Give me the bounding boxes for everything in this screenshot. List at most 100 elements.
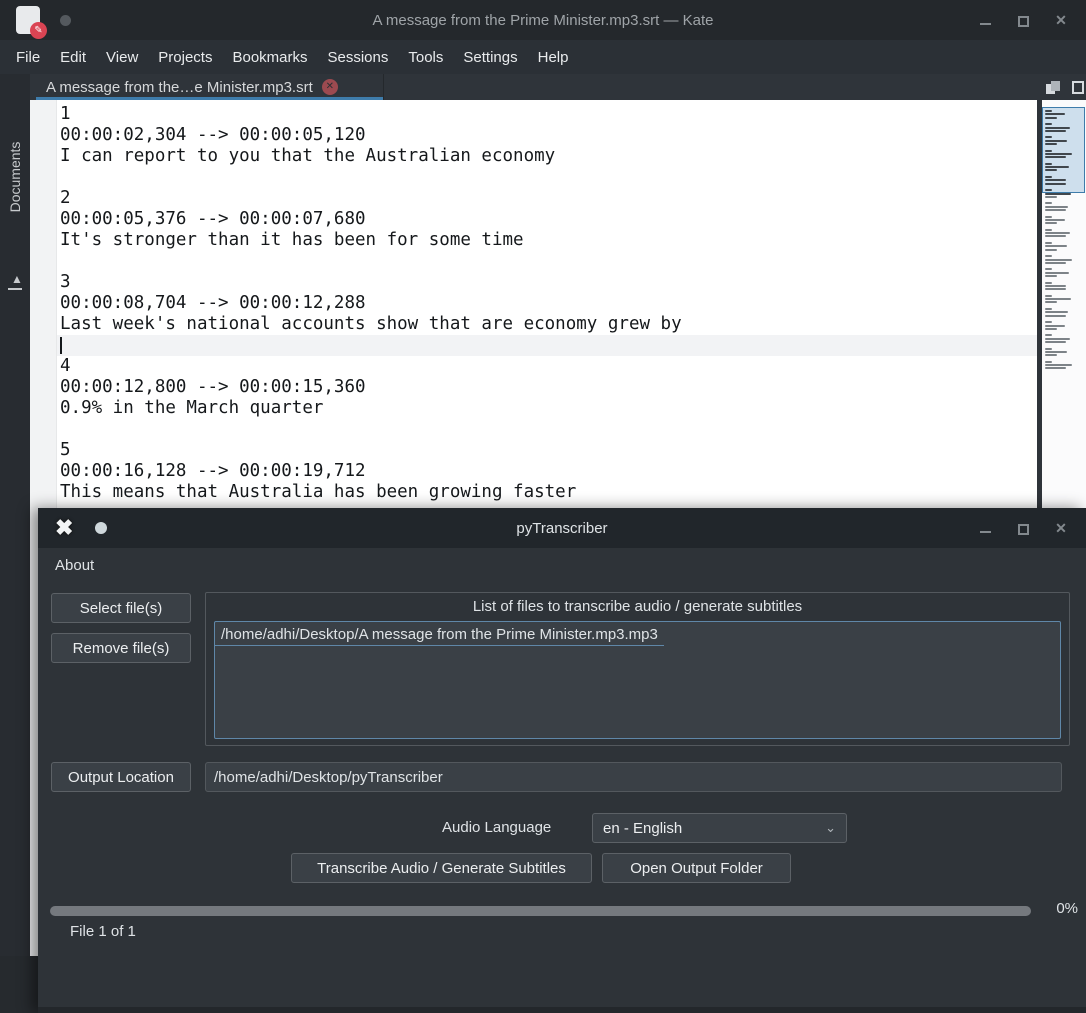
file-progress-status: File 1 of 1 bbox=[70, 923, 136, 940]
editor-line: 00:00:05,376 --> 00:00:07,680 bbox=[60, 209, 366, 229]
editor-line: Last week's national accounts show that … bbox=[60, 314, 682, 334]
modified-indicator-dot bbox=[60, 14, 71, 26]
minimap-line bbox=[1045, 179, 1066, 182]
editor-line: 00:00:12,800 --> 00:00:15,360 bbox=[60, 377, 366, 397]
minimap-line bbox=[1045, 308, 1052, 310]
editor-line: 1 bbox=[60, 104, 71, 124]
close-button[interactable]: ✕ bbox=[1054, 13, 1068, 27]
minimap-line bbox=[1045, 261, 1066, 264]
minimap-line bbox=[1045, 284, 1066, 287]
maximize-button[interactable] bbox=[1016, 13, 1030, 27]
minimap-line bbox=[1045, 258, 1072, 261]
minimap-line bbox=[1045, 327, 1057, 330]
minimap-line bbox=[1045, 248, 1057, 251]
minimap-line bbox=[1045, 215, 1052, 218]
minimap-line bbox=[1045, 195, 1057, 198]
editor-line: 2 bbox=[60, 188, 71, 208]
editor-line: 00:00:16,128 --> 00:00:19,712 bbox=[60, 461, 366, 481]
menu-item-about[interactable]: About bbox=[43, 551, 106, 580]
menu-item-view[interactable]: View bbox=[96, 43, 148, 72]
menu-item-settings[interactable]: Settings bbox=[453, 43, 527, 72]
minimap-line bbox=[1045, 337, 1070, 340]
minimap-line bbox=[1045, 205, 1068, 208]
menu-item-edit[interactable]: Edit bbox=[50, 43, 96, 72]
file-list-item[interactable]: /home/adhi/Desktop/A message from the Pr… bbox=[215, 622, 664, 646]
menu-item-tools[interactable]: Tools bbox=[398, 43, 453, 72]
transcribe-button[interactable]: Transcribe Audio / Generate Subtitles bbox=[291, 853, 592, 883]
kate-left-dock: Documents ▲ bbox=[0, 74, 30, 956]
editor-line: 3 bbox=[60, 272, 71, 292]
progress-bar bbox=[50, 906, 1031, 916]
minimap-line bbox=[1045, 321, 1052, 324]
open-output-folder-button[interactable]: Open Output Folder bbox=[602, 853, 791, 883]
audio-language-select[interactable]: en - English ⌄ bbox=[592, 813, 847, 843]
menu-item-projects[interactable]: Projects bbox=[148, 43, 222, 72]
document-tab[interactable]: A message from the…e Minister.mp3.srt ✕ bbox=[36, 74, 384, 100]
split-view-icon[interactable] bbox=[1072, 80, 1084, 94]
output-path-field[interactable]: /home/adhi/Desktop/pyTranscriber bbox=[205, 762, 1062, 792]
minimap-line bbox=[1045, 123, 1052, 126]
minimap-line bbox=[1045, 143, 1057, 145]
document-tab-label: A message from the…e Minister.mp3.srt bbox=[46, 78, 313, 96]
minimize-button[interactable] bbox=[978, 521, 992, 535]
minimap-line bbox=[1045, 182, 1066, 185]
audio-language-value: en - English bbox=[603, 819, 683, 837]
minimap-line bbox=[1045, 176, 1052, 178]
text-cursor bbox=[60, 336, 62, 354]
kate-window-title: A message from the Prime Minister.mp3.sr… bbox=[372, 11, 714, 29]
maximize-button[interactable] bbox=[1016, 521, 1030, 535]
minimap-line bbox=[1045, 298, 1071, 301]
window-indicator-dot bbox=[95, 522, 108, 534]
pytranscriber-window: ✖ pyTranscriber ✕ About Select file(s) R… bbox=[38, 508, 1086, 1013]
editor-line: 00:00:08,704 --> 00:00:12,288 bbox=[60, 293, 366, 313]
minimap-line bbox=[1045, 113, 1065, 116]
pencil-icon: ✎ bbox=[30, 22, 47, 39]
minimap-line bbox=[1045, 314, 1066, 317]
editor-line: 00:00:02,304 --> 00:00:05,120 bbox=[60, 125, 366, 145]
tab-close-icon[interactable]: ✕ bbox=[321, 79, 338, 95]
sidebar-tab-documents[interactable]: Documents ▲ bbox=[7, 102, 23, 290]
close-button[interactable]: ✕ bbox=[1054, 521, 1068, 535]
editor-line: 4 bbox=[60, 356, 71, 376]
file-list[interactable]: /home/adhi/Desktop/A message from the Pr… bbox=[214, 621, 1061, 739]
select-files-button[interactable]: Select file(s) bbox=[51, 593, 191, 623]
minimap-line bbox=[1045, 364, 1072, 367]
minimap-line bbox=[1045, 110, 1052, 112]
pytranscriber-body: Select file(s) Remove file(s) List of fi… bbox=[38, 582, 1086, 1007]
minimize-button[interactable] bbox=[978, 13, 992, 27]
minimap-line bbox=[1045, 218, 1065, 221]
minimap-line bbox=[1045, 354, 1057, 357]
menu-item-help[interactable]: Help bbox=[528, 43, 579, 72]
minimap-line bbox=[1045, 360, 1052, 363]
remove-files-button[interactable]: Remove file(s) bbox=[51, 633, 191, 663]
minimap-line bbox=[1045, 166, 1069, 169]
minimap-line bbox=[1045, 245, 1067, 248]
editor-line: This means that Australia has been growi… bbox=[60, 482, 577, 502]
minimap-line bbox=[1045, 367, 1066, 370]
menu-item-file[interactable]: File bbox=[6, 43, 50, 72]
menu-item-sessions[interactable]: Sessions bbox=[318, 43, 399, 72]
minimap-line bbox=[1045, 126, 1070, 129]
minimap-line bbox=[1045, 162, 1052, 165]
minimap-line bbox=[1045, 347, 1052, 350]
editor-line: I can report to you that the Australian … bbox=[60, 146, 556, 166]
minimap-line bbox=[1045, 222, 1057, 225]
pytranscriber-window-title: pyTranscriber bbox=[516, 519, 608, 537]
minimap-line bbox=[1045, 288, 1066, 291]
minimap-line bbox=[1045, 156, 1066, 159]
editor-line: 5 bbox=[60, 440, 71, 460]
menu-item-bookmarks[interactable]: Bookmarks bbox=[222, 43, 317, 72]
minimap-line bbox=[1045, 311, 1068, 314]
progress-percent: 0% bbox=[1056, 900, 1078, 917]
audio-language-label: Audio Language bbox=[442, 819, 552, 836]
pytranscriber-menubar: About bbox=[38, 548, 1086, 582]
output-location-button[interactable]: Output Location bbox=[51, 762, 191, 792]
minimap-line bbox=[1045, 139, 1067, 142]
editor-line bbox=[57, 335, 1037, 356]
file-list-group-title: List of files to transcribe audio / gene… bbox=[472, 598, 803, 615]
minimap-line bbox=[1045, 235, 1066, 238]
minimap-line bbox=[1045, 129, 1066, 132]
document-switcher-icon[interactable] bbox=[1046, 80, 1060, 94]
